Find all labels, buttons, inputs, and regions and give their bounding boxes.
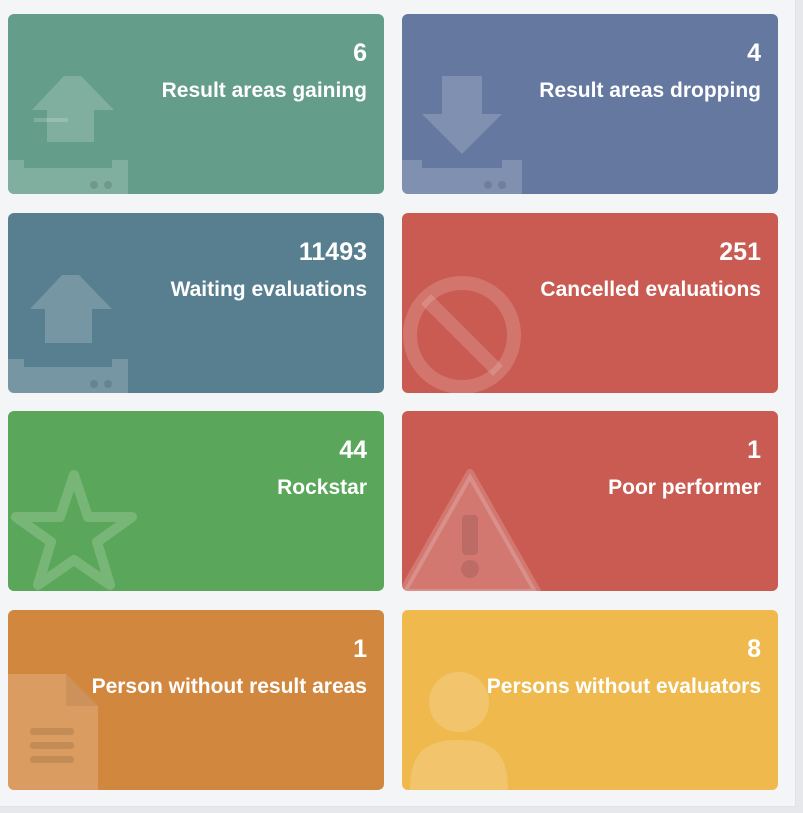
tile-value: 1 <box>747 436 761 464</box>
user-icon <box>410 672 508 790</box>
tile-label: Cancelled evaluations <box>540 278 761 301</box>
upload-tray-icon <box>8 275 128 393</box>
tile-poor-performer[interactable]: 1 Poor performer <box>402 411 778 591</box>
download-tray-icon <box>402 76 522 194</box>
tile-value: 4 <box>747 39 761 67</box>
upload-tray-icon <box>8 76 128 194</box>
tile-persons-without-evaluators[interactable]: 8 Persons without evaluators <box>402 610 778 790</box>
tile-value: 44 <box>339 436 367 464</box>
ban-icon <box>403 276 521 393</box>
tile-value: 8 <box>747 635 761 663</box>
tile-label: Result areas gaining <box>161 79 367 102</box>
star-icon <box>11 470 137 590</box>
tile-label: Rockstar <box>277 476 367 499</box>
dashboard-panel: 6 Result areas gaining 4 Result areas dr… <box>0 0 796 807</box>
tile-result-areas-dropping[interactable]: 4 Result areas dropping <box>402 14 778 194</box>
tile-value: 1 <box>353 635 367 663</box>
tile-value: 6 <box>353 39 367 67</box>
tile-rockstar[interactable]: 44 Rockstar <box>8 411 384 591</box>
tile-label: Waiting evaluations <box>170 278 367 301</box>
tile-label: Poor performer <box>608 476 761 499</box>
tile-value: 251 <box>719 238 761 266</box>
tile-person-without-result-areas[interactable]: 1 Person without result areas <box>8 610 384 790</box>
tile-label: Result areas dropping <box>539 79 761 102</box>
tile-label: Person without result areas <box>91 675 367 698</box>
tile-value: 11493 <box>298 238 367 266</box>
warning-icon <box>402 469 542 591</box>
tile-label: Persons without evaluators <box>486 675 761 698</box>
document-icon <box>8 674 98 790</box>
tile-waiting-evaluations[interactable]: 11493 Waiting evaluations <box>8 213 384 393</box>
tile-cancelled-evaluations[interactable]: 251 Cancelled evaluations <box>402 213 778 393</box>
tile-result-areas-gaining[interactable]: 6 Result areas gaining <box>8 14 384 194</box>
